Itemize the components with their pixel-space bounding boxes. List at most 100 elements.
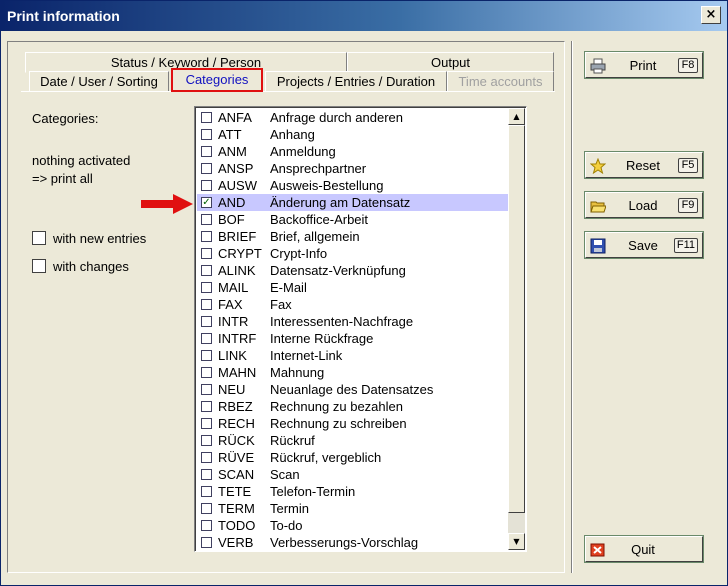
category-description: To-do: [270, 518, 303, 533]
star-icon: [590, 158, 606, 174]
with-new-entries-checkbox[interactable]: [32, 231, 46, 245]
tab-projects-entries-duration[interactable]: Projects / Entries / Duration: [265, 71, 447, 92]
category-checkbox[interactable]: [201, 435, 212, 446]
tab-time-accounts[interactable]: Time accounts: [447, 71, 554, 92]
category-row[interactable]: TETE Telefon-Termin: [197, 483, 509, 500]
category-description: Rückruf: [270, 433, 315, 448]
category-checkbox[interactable]: [201, 452, 212, 463]
category-description: Mahnung: [270, 365, 325, 380]
category-checkbox[interactable]: [201, 299, 212, 310]
category-checkbox[interactable]: [201, 129, 212, 140]
close-x-icon: [590, 543, 605, 557]
category-row[interactable]: BRIEF Brief, allgemein: [197, 228, 509, 245]
category-row[interactable]: ANM Anmeldung: [197, 143, 509, 160]
category-code: MAHN: [218, 365, 257, 380]
category-row[interactable]: RBEZ Rechnung zu bezahlen: [197, 398, 509, 415]
tab-output[interactable]: Output: [347, 52, 554, 73]
category-row[interactable]: INTRF Interne Rückfrage: [197, 330, 509, 347]
quit-button[interactable]: Quit: [585, 536, 703, 562]
status-print-all: => print all: [32, 171, 93, 186]
category-row[interactable]: TODO To-do: [197, 517, 509, 534]
window-title: Print information: [7, 8, 120, 24]
save-button[interactable]: Save F11: [585, 232, 703, 258]
category-checkbox[interactable]: [201, 401, 212, 412]
category-row[interactable]: NEU Neuanlage des Datensatzes: [197, 381, 509, 398]
category-row[interactable]: LINK Internet-Link: [197, 347, 509, 364]
with-changes-checkbox[interactable]: [32, 259, 46, 273]
categories-list[interactable]: ANFA Anfrage durch anderen ATT Anhang ANM Anm…: [194, 106, 527, 552]
with-changes-label: with changes: [53, 259, 129, 274]
category-code: VERB: [218, 535, 254, 550]
category-checkbox[interactable]: [201, 520, 212, 531]
category-checkbox[interactable]: [201, 112, 212, 123]
category-row[interactable]: SCAN Scan: [197, 466, 509, 483]
category-row[interactable]: ANSP Ansprechpartner: [197, 160, 509, 177]
category-description: Brief, allgemein: [270, 229, 360, 244]
reset-shortcut-key: F5: [678, 158, 698, 173]
scrollbar-thumb[interactable]: [508, 125, 525, 513]
category-row[interactable]: ANFA Anfrage durch anderen: [197, 109, 509, 126]
tab-date-user-sorting[interactable]: Date / User / Sorting: [29, 71, 169, 92]
reset-button[interactable]: Reset F5: [585, 152, 703, 178]
category-code: SCAN: [218, 467, 255, 482]
category-description: Anmeldung: [270, 144, 336, 159]
category-row[interactable]: RÜVE Rückruf, vergeblich: [197, 449, 509, 466]
category-code: INTR: [218, 314, 249, 329]
category-checkbox[interactable]: [201, 418, 212, 429]
category-code: MAIL: [218, 280, 249, 295]
category-row[interactable]: BOF Backoffice-Arbeit: [197, 211, 509, 228]
quit-button-label: Quit: [631, 542, 655, 557]
load-button[interactable]: Load F9: [585, 192, 703, 218]
category-checkbox[interactable]: [201, 231, 212, 242]
category-checkbox[interactable]: [201, 333, 212, 344]
category-checkbox[interactable]: [201, 282, 212, 293]
print-button[interactable]: Print F8: [585, 52, 703, 78]
category-code: ANFA: [218, 110, 252, 125]
category-row[interactable]: INTR Interessenten-Nachfrage: [197, 313, 509, 330]
category-row[interactable]: RECH Rechnung zu schreiben: [197, 415, 509, 432]
category-row[interactable]: MAIL E-Mail: [197, 279, 509, 296]
category-row[interactable]: AUSW Ausweis-Bestellung: [197, 177, 509, 194]
category-code: RÜCK: [218, 433, 255, 448]
category-checkbox[interactable]: [201, 384, 212, 395]
category-description: Telefon-Termin: [270, 484, 356, 499]
category-checkbox[interactable]: [201, 214, 212, 225]
category-checkbox[interactable]: [201, 180, 212, 191]
category-code: BOF: [218, 212, 245, 227]
category-checkbox[interactable]: [201, 503, 212, 514]
category-checkbox[interactable]: [201, 248, 212, 259]
category-checkbox[interactable]: [201, 163, 212, 174]
category-checkbox[interactable]: [201, 537, 212, 548]
category-description: Datensatz-Verknüpfung: [270, 263, 406, 278]
category-row[interactable]: VERB Verbesserungs-Vorschlag: [197, 534, 509, 551]
category-code: RBEZ: [218, 399, 253, 414]
scroll-down-arrow-icon[interactable]: ▼: [508, 533, 525, 550]
category-row[interactable]: CRYPT Crypt-Info: [197, 245, 509, 262]
category-code: INTRF: [218, 331, 257, 346]
category-checkbox[interactable]: [201, 265, 212, 276]
print-shortcut-key: F8: [678, 58, 698, 73]
category-checkbox[interactable]: [201, 350, 212, 361]
category-checkbox[interactable]: ✓: [201, 197, 212, 208]
category-checkbox[interactable]: [201, 469, 212, 480]
tab-categories[interactable]: Categories: [171, 68, 263, 92]
folder-open-icon: [590, 201, 606, 213]
category-checkbox[interactable]: [201, 486, 212, 497]
close-button[interactable]: ×: [701, 6, 721, 24]
category-row[interactable]: RÜCK Rückruf: [197, 432, 509, 449]
category-row[interactable]: FAX Fax: [197, 296, 509, 313]
category-checkbox[interactable]: [201, 316, 212, 327]
category-row[interactable]: ATT Anhang: [197, 126, 509, 143]
category-row[interactable]: ✓ AND Änderung am Datensatz: [197, 194, 509, 211]
category-description: Scan: [270, 467, 300, 482]
list-scrollbar[interactable]: ▲ ▼: [508, 108, 525, 550]
category-row[interactable]: MAHN Mahnung: [197, 364, 509, 381]
category-row[interactable]: TERM Termin: [197, 500, 509, 517]
category-code: CRYPT: [218, 246, 262, 261]
category-checkbox[interactable]: [201, 146, 212, 157]
category-checkbox[interactable]: [201, 367, 212, 378]
category-description: Änderung am Datensatz: [270, 195, 411, 210]
scroll-up-arrow-icon[interactable]: ▲: [508, 108, 525, 125]
category-row[interactable]: ALINK Datensatz-Verknüpfung: [197, 262, 509, 279]
category-code: ANSP: [218, 161, 254, 176]
